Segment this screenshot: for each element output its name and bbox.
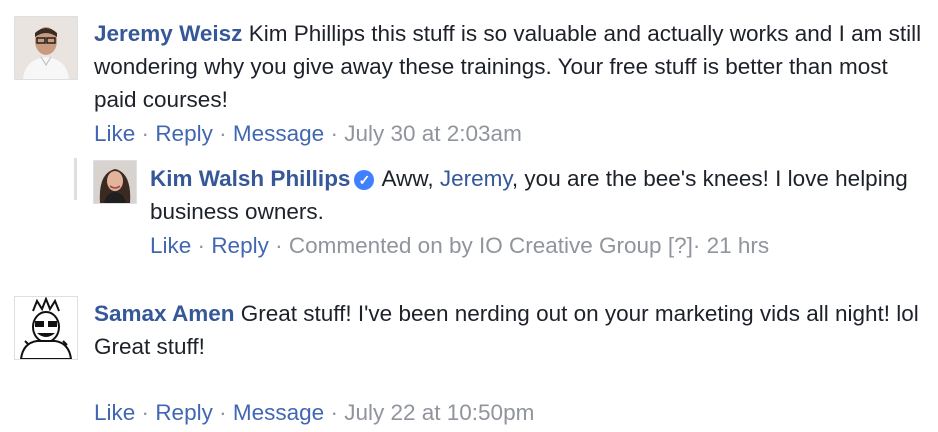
- verified-badge-icon: ✓: [354, 170, 375, 190]
- reply-link[interactable]: Reply: [155, 121, 213, 146]
- comment-text-line2: Great stuff!: [94, 334, 205, 359]
- avatar-jeremy-weisz[interactable]: [14, 16, 78, 80]
- help-link[interactable]: [?]: [668, 233, 693, 258]
- reply-kim-walsh-phillips: Kim Walsh Phillips ✓ Aww, Jeremy, you are…: [0, 150, 938, 270]
- timestamp[interactable]: July 22 at 10:50pm: [344, 400, 534, 425]
- comment-actions: Like · Reply · Message · July 30 at 2:03…: [94, 117, 522, 150]
- separator: ·: [692, 233, 701, 258]
- like-link[interactable]: Like: [150, 233, 191, 258]
- author-name[interactable]: Samax Amen: [94, 301, 234, 326]
- reply-body: Kim Walsh Phillips ✓ Aww, Jeremy, you are…: [150, 162, 930, 228]
- comment-samax-amen: Samax Amen Great stuff! I've been nerdin…: [0, 280, 938, 432]
- timestamp[interactable]: 21 hrs: [707, 233, 770, 258]
- comment-actions: Like · Reply · Message · July 22 at 10:5…: [94, 396, 534, 429]
- mention-link[interactable]: Jeremy: [440, 166, 512, 191]
- reply-link[interactable]: Reply: [211, 233, 269, 258]
- timestamp[interactable]: July 30 at 2:03am: [344, 121, 522, 146]
- person-photo-icon: [94, 161, 136, 203]
- author-name[interactable]: Jeremy Weisz: [94, 21, 242, 46]
- separator: ·: [141, 400, 150, 425]
- avatar-samax-amen[interactable]: [14, 296, 78, 360]
- reply-text-before: Aww,: [381, 166, 440, 191]
- reply-link[interactable]: Reply: [155, 400, 213, 425]
- separator: ·: [330, 121, 338, 146]
- avatar-kim-walsh-phillips[interactable]: [93, 160, 137, 204]
- separator: ·: [141, 121, 150, 146]
- author-name[interactable]: Kim Walsh Phillips: [150, 166, 350, 191]
- message-link[interactable]: Message: [233, 121, 324, 146]
- separator: ·: [219, 400, 227, 425]
- commented-on-by-text[interactable]: Commented on by IO Creative Group: [289, 233, 662, 258]
- like-link[interactable]: Like: [94, 121, 135, 146]
- separator: ·: [330, 400, 338, 425]
- message-link[interactable]: Message: [233, 400, 324, 425]
- separator: ·: [219, 121, 227, 146]
- separator: ·: [275, 233, 283, 258]
- separator: ·: [197, 233, 206, 258]
- person-photo-icon: [15, 17, 77, 79]
- cartoon-avatar-icon: [15, 297, 77, 359]
- reply-actions: Like · Reply · Commented on by IO Creati…: [150, 229, 769, 262]
- comment-body: Jeremy Weisz Kim Phillips this stuff is …: [94, 17, 924, 116]
- comment-text: Great stuff! I've been nerding out on yo…: [240, 301, 919, 326]
- comment-jeremy-weisz: Jeremy Weisz Kim Phillips this stuff is …: [0, 0, 938, 150]
- like-link[interactable]: Like: [94, 400, 135, 425]
- comment-body: Samax Amen Great stuff! I've been nerdin…: [94, 297, 924, 363]
